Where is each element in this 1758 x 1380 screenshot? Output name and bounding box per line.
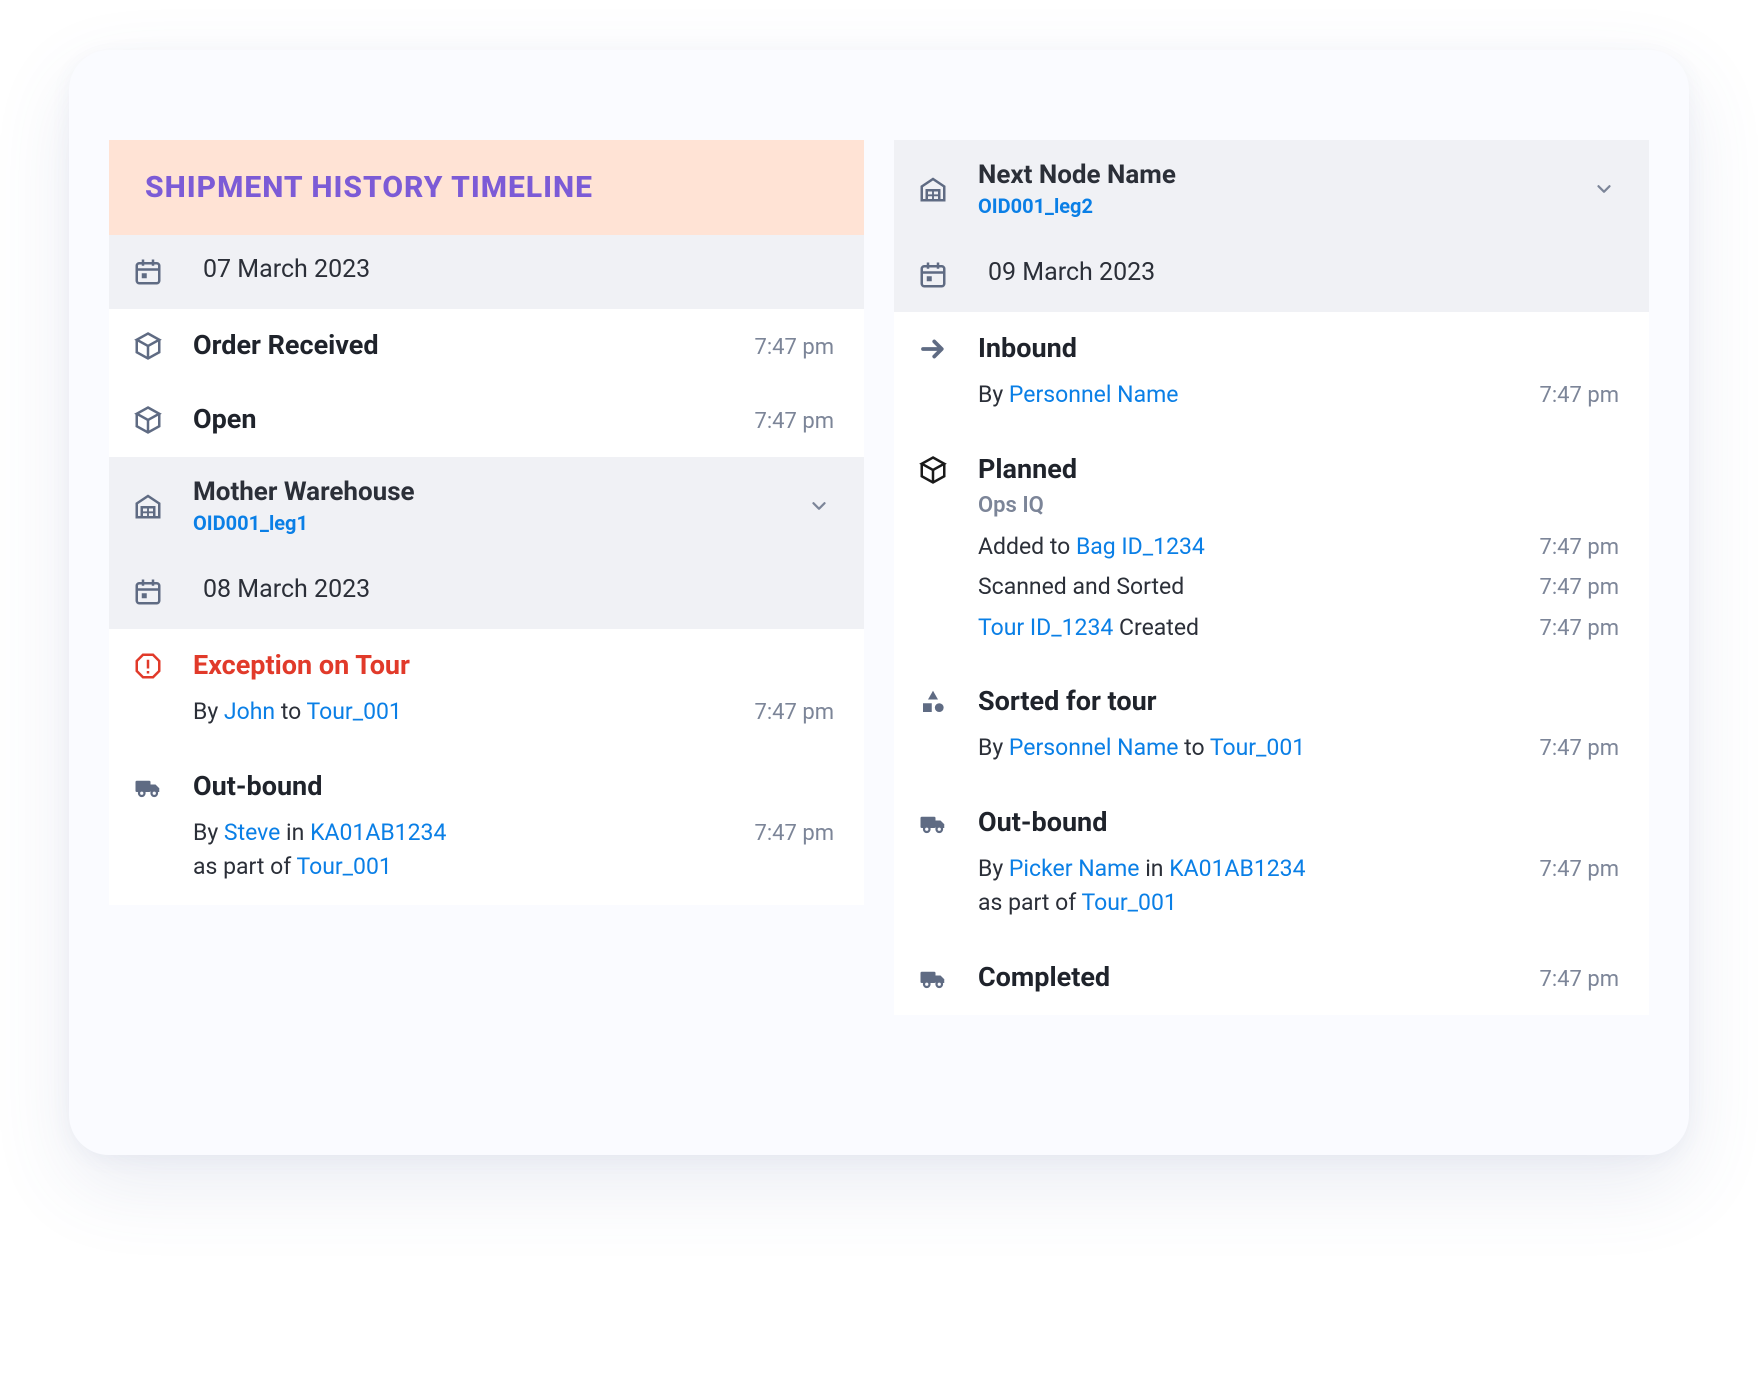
event-title: Order Received: [193, 329, 379, 361]
calendar-icon: [916, 258, 950, 292]
event-time: 7:47 pm: [1539, 383, 1619, 408]
box-icon: [131, 403, 165, 437]
left-column: SHIPMENT HISTORY TIMELINE 07 March 2023 …: [109, 140, 864, 1015]
date-label: 07 March 2023: [193, 255, 834, 284]
event-outbound: Out-bound By Steve in KA01AB1234 as part…: [109, 750, 864, 905]
event-detail: By Personnel Name to Tour_001: [978, 731, 1305, 766]
tour-link[interactable]: Tour_001: [296, 853, 391, 880]
event-title: Planned: [978, 453, 1619, 485]
node-leg-link[interactable]: OID001_leg2: [978, 194, 1561, 218]
event-open: Open 7:47 pm: [109, 383, 864, 457]
event-completed: Completed 7:47 pm: [894, 941, 1649, 1015]
node-name: Mother Warehouse: [193, 477, 776, 507]
alert-icon: [131, 649, 165, 683]
date-row: 09 March 2023: [894, 238, 1649, 312]
event-title: Open: [193, 403, 257, 435]
vehicle-link[interactable]: KA01AB1234: [1169, 855, 1305, 882]
user-link[interactable]: John: [224, 698, 275, 725]
node-name: Next Node Name: [978, 160, 1561, 190]
user-link[interactable]: Personnel Name: [1009, 381, 1179, 408]
event-title: Sorted for tour: [978, 685, 1619, 717]
event-order-received: Order Received 7:47 pm: [109, 309, 864, 383]
node-mother-warehouse[interactable]: Mother Warehouse OID001_leg1: [109, 457, 864, 555]
event-title: Completed: [978, 961, 1110, 993]
tour-link[interactable]: Tour_001: [307, 698, 402, 725]
event-inbound: Inbound By Personnel Name 7:47 pm: [894, 312, 1649, 433]
chevron-down-icon[interactable]: [804, 491, 834, 521]
truck-icon: [916, 806, 950, 840]
warehouse-icon: [916, 172, 950, 206]
truck-icon: [916, 961, 950, 995]
page-title: SHIPMENT HISTORY TIMELINE: [145, 170, 828, 205]
vehicle-link[interactable]: KA01AB1234: [310, 819, 446, 846]
date-row: 08 March 2023: [109, 555, 864, 629]
tour-link[interactable]: Tour_001: [1081, 889, 1176, 916]
event-time: 7:47 pm: [754, 335, 834, 360]
title-banner: SHIPMENT HISTORY TIMELINE: [109, 140, 864, 235]
tour-link[interactable]: Tour ID_1234: [978, 614, 1113, 641]
box-icon: [131, 329, 165, 363]
user-link[interactable]: Personnel Name: [1009, 734, 1179, 761]
truck-icon: [131, 770, 165, 804]
event-detail: By Personnel Name: [978, 378, 1178, 413]
bag-link[interactable]: Bag ID_1234: [1076, 533, 1205, 560]
date-label: 08 March 2023: [193, 575, 834, 604]
event-title: Exception on Tour: [193, 649, 834, 681]
event-time: 7:47 pm: [1539, 736, 1619, 761]
event-time: 7:47 pm: [754, 409, 834, 434]
user-link[interactable]: Steve: [224, 819, 280, 846]
node-next-node[interactable]: Next Node Name OID001_leg2: [894, 140, 1649, 238]
event-time: 7:47 pm: [754, 700, 834, 725]
date-label: 09 March 2023: [978, 258, 1619, 287]
event-sorted: Sorted for tour By Personnel Name to Tou…: [894, 665, 1649, 786]
event-time: 7:47 pm: [1539, 616, 1619, 641]
event-title: Out-bound: [193, 770, 834, 802]
user-link[interactable]: Picker Name: [1009, 855, 1140, 882]
event-subhead: Ops IQ: [978, 493, 1619, 518]
planned-line: Added to Bag ID_1234: [978, 530, 1205, 565]
event-planned: Planned Ops IQ Added to Bag ID_1234 7:47…: [894, 433, 1649, 666]
timeline-card: SHIPMENT HISTORY TIMELINE 07 March 2023 …: [69, 50, 1689, 1155]
warehouse-icon: [131, 489, 165, 523]
date-row: 07 March 2023: [109, 235, 864, 309]
calendar-icon: [131, 575, 165, 609]
event-detail: By Picker Name in KA01AB1234 as part of …: [978, 852, 1306, 921]
chevron-down-icon[interactable]: [1589, 174, 1619, 204]
event-time: 7:47 pm: [754, 821, 834, 846]
event-time: 7:47 pm: [1539, 857, 1619, 882]
box-icon: [916, 453, 950, 487]
shapes-icon: [916, 685, 950, 719]
node-leg-link[interactable]: OID001_leg1: [193, 511, 776, 535]
event-time: 7:47 pm: [1539, 575, 1619, 600]
calendar-icon: [131, 255, 165, 289]
event-title: Inbound: [978, 332, 1619, 364]
event-detail: By Steve in KA01AB1234 as part of Tour_0…: [193, 816, 446, 885]
event-detail: By John to Tour_001: [193, 695, 402, 730]
planned-line: Tour ID_1234 Created: [978, 611, 1199, 646]
event-time: 7:47 pm: [1539, 535, 1619, 560]
event-time: 7:47 pm: [1539, 967, 1619, 992]
event-exception: Exception on Tour By John to Tour_001 7:…: [109, 629, 864, 750]
arrow-right-icon: [916, 332, 950, 366]
tour-link[interactable]: Tour_001: [1210, 734, 1305, 761]
event-outbound: Out-bound By Picker Name in KA01AB1234 a…: [894, 786, 1649, 941]
right-column: Next Node Name OID001_leg2 09 March 2023…: [894, 140, 1649, 1015]
planned-line: Scanned and Sorted: [978, 570, 1184, 605]
event-title: Out-bound: [978, 806, 1619, 838]
